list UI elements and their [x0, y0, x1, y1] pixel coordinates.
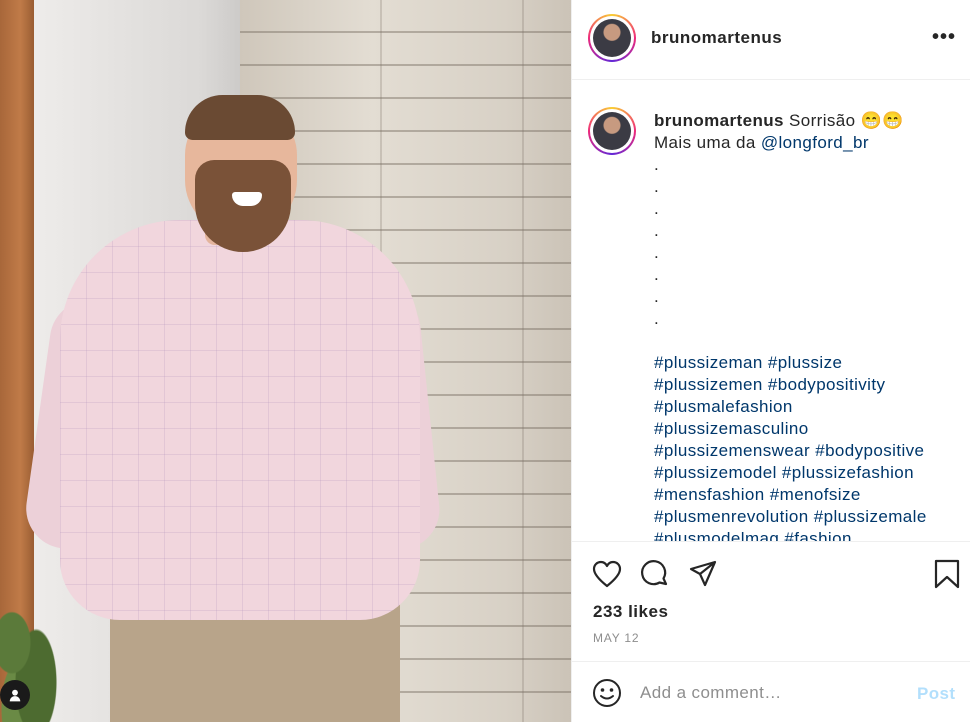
hashtag-line: #plussizemodel #plussizefashion	[654, 462, 964, 484]
post-actions: 233 likes MAY 12	[572, 541, 970, 661]
caption-dots: . . . . . . . .	[654, 155, 660, 328]
hashtag-line: #plusmalefashion	[654, 396, 964, 418]
hashtag-link[interactable]: #plussizefashion	[782, 463, 914, 482]
mention-link[interactable]: @longford_br	[761, 133, 869, 152]
hair	[185, 95, 295, 140]
hashtag-link[interactable]: #fashion	[784, 529, 851, 541]
hashtag-link[interactable]: #plussize	[768, 353, 842, 372]
post-photo[interactable]	[0, 0, 571, 722]
tagged-users-icon[interactable]	[0, 680, 30, 710]
post-side-panel: brunomartenus ••• brunomartenus Sorrisão…	[571, 0, 970, 722]
caption: brunomartenus Sorrisão 😁😁 Mais uma da @l…	[654, 110, 964, 541]
man-in-pink-shirt	[0, 0, 571, 722]
comment-input[interactable]	[640, 680, 910, 706]
hashtag-link[interactable]: #plusmalefashion	[654, 397, 793, 416]
hashtag-line: #plusmenrevolution #plussizemale	[654, 506, 964, 528]
hashtag-link[interactable]: #plussizemale	[814, 507, 927, 526]
post-button[interactable]: Post	[917, 684, 955, 704]
caption-text: Sorrisão 😁😁	[789, 111, 904, 130]
hashtag-line: #plussizemen #bodypositivity	[654, 374, 964, 396]
comments-area[interactable]: brunomartenus Sorrisão 😁😁 Mais uma da @l…	[572, 81, 970, 541]
likes-count[interactable]: 233 likes	[593, 602, 668, 622]
hashtag-line: #plussizemenswear #bodypositive	[654, 440, 964, 462]
hashtag-list: #plussizeman #plussize #plussizemen #body…	[654, 352, 964, 541]
hashtag-link[interactable]: #plusmenrevolution	[654, 507, 809, 526]
hashtag-line: #plussizeman #plussize	[654, 352, 964, 374]
post-header: brunomartenus •••	[572, 0, 970, 80]
hashtag-link[interactable]: #plussizeman	[654, 353, 763, 372]
smile	[232, 192, 262, 206]
caption-avatar[interactable]	[588, 107, 636, 155]
header-username[interactable]: brunomartenus	[651, 28, 782, 48]
hashtag-link[interactable]: #mensfashion	[654, 485, 765, 504]
caption-line2: Mais uma da	[654, 133, 761, 152]
hashtag-link[interactable]: #menofsize	[770, 485, 861, 504]
bookmark-icon[interactable]	[930, 557, 964, 591]
hashtag-link[interactable]: #bodypositivity	[768, 375, 886, 394]
share-icon[interactable]	[686, 557, 720, 591]
hashtag-link[interactable]: #plussizemasculino	[654, 419, 809, 438]
hashtag-link[interactable]: #plussizemenswear	[654, 441, 810, 460]
hashtag-line: #plussizemasculino	[654, 418, 964, 440]
hashtag-link[interactable]: #plussizemodel	[654, 463, 777, 482]
beard	[195, 160, 291, 252]
hashtag-link[interactable]: #bodypositive	[815, 441, 924, 460]
post-date[interactable]: MAY 12	[593, 631, 639, 645]
heart-icon[interactable]	[590, 557, 624, 591]
hashtag-line: #mensfashion #menofsize	[654, 484, 964, 506]
hashtag-link[interactable]: #plusmodelmag	[654, 529, 779, 541]
hashtag-link[interactable]: #plussizemen	[654, 375, 763, 394]
emoji-icon[interactable]	[592, 678, 622, 708]
hashtag-line: #plusmodelmag #fashion	[654, 528, 964, 541]
comment-icon[interactable]	[638, 557, 672, 591]
add-comment-bar: Post	[572, 661, 970, 722]
caption-username[interactable]: brunomartenus	[654, 111, 784, 130]
more-options-icon[interactable]: •••	[932, 26, 956, 49]
avatar[interactable]	[588, 14, 636, 62]
pink-checked-shirt	[60, 220, 420, 620]
